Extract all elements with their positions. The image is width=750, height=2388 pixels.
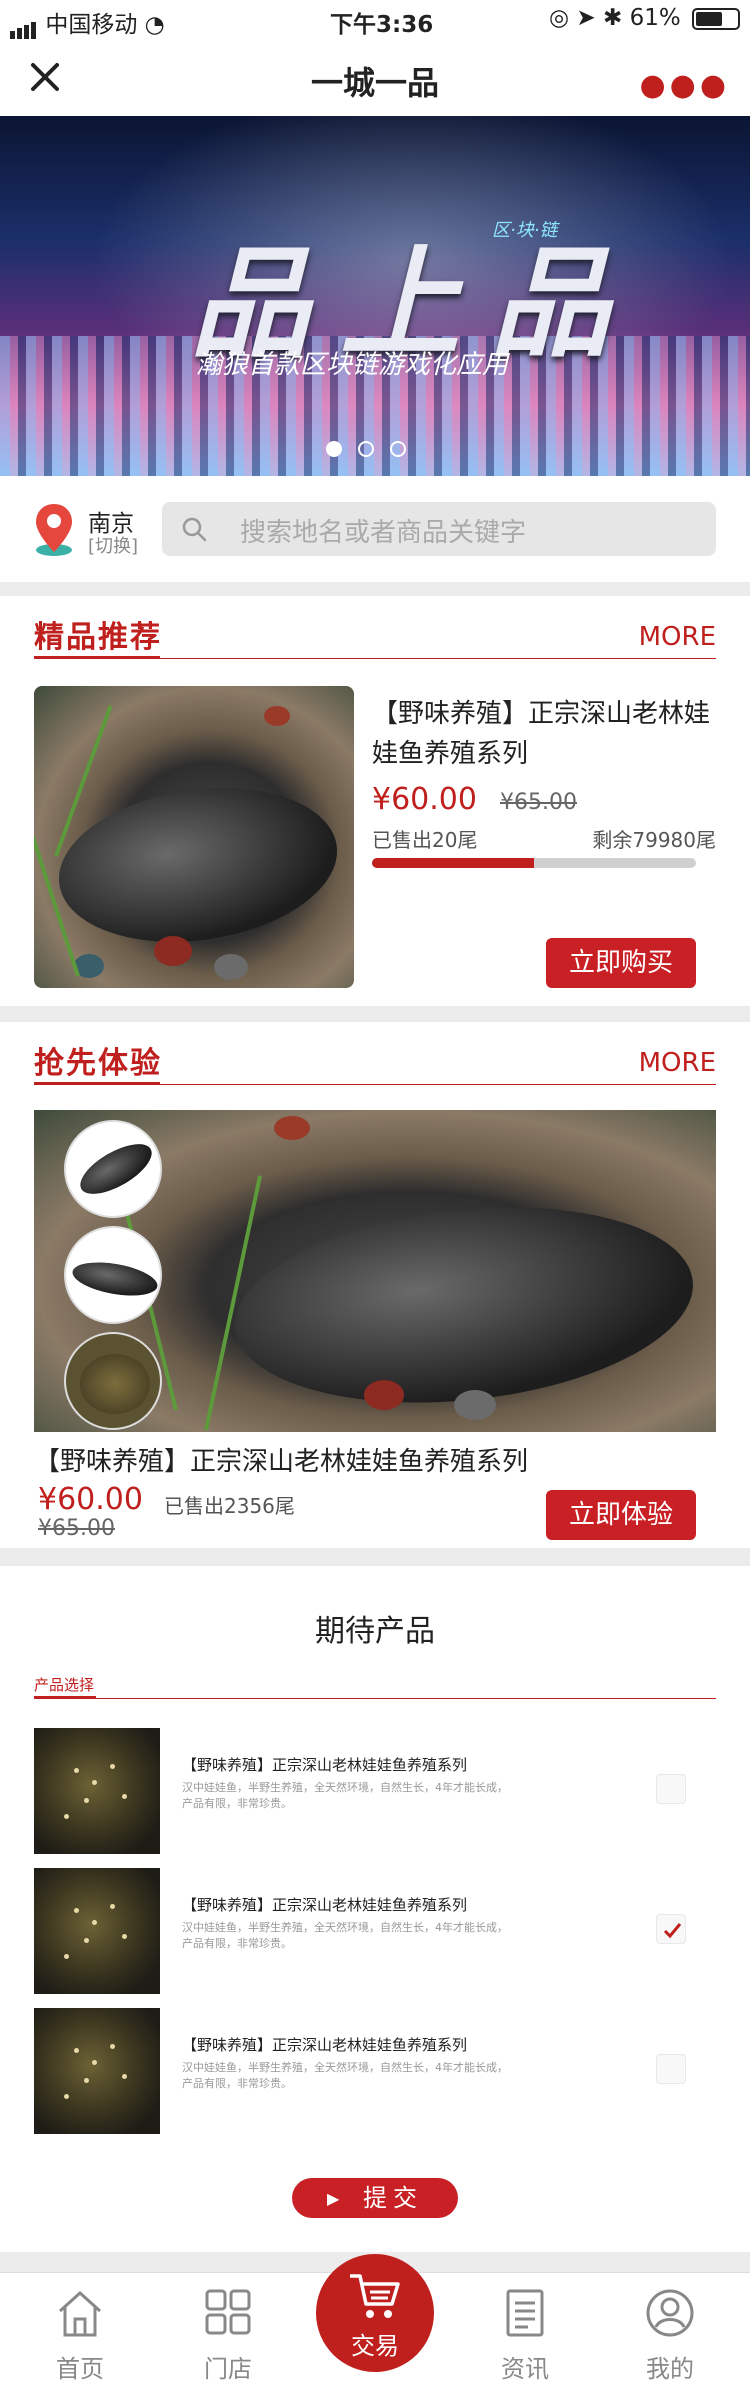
expected-item-name: 【野味养殖】正宗深山老林娃娃鱼养殖系列 — [182, 1896, 468, 1914]
status-left: 中国移动 ◔ — [10, 5, 165, 39]
trial-more-link[interactable]: MORE — [639, 1048, 716, 1078]
user-icon — [646, 2289, 694, 2337]
expected-item-name: 【野味养殖】正宗深山老林娃娃鱼养殖系列 — [182, 1756, 468, 1774]
tab-home[interactable]: 首页 — [5, 2273, 155, 2388]
page-title: 一城一品 — [310, 64, 439, 102]
bluetooth-icon: ✱ — [602, 5, 623, 31]
expected-item[interactable]: 【野味养殖】正宗深山老林娃娃鱼养殖系列汉中娃娃鱼，半野生养殖，全天然环境，自然生… — [34, 1868, 716, 1994]
trial-product-image[interactable] — [34, 1110, 716, 1432]
carrier-label: 中国移动 — [45, 12, 138, 38]
carousel-dot[interactable] — [358, 441, 374, 457]
home-icon — [58, 2290, 102, 2337]
search-icon — [182, 517, 207, 542]
more-options-icon[interactable]: ●●● — [639, 68, 730, 103]
expected-item-checkbox[interactable] — [656, 2054, 686, 2084]
expected-item-name: 【野味养殖】正宗深山老林娃娃鱼养殖系列 — [182, 2036, 468, 2054]
expected-item-desc: 汉中娃娃鱼，半野生养殖，全天然环境，自然生长，4年才能长成，产品有限，非常珍贵。 — [182, 2061, 508, 2090]
grid-icon — [205, 2289, 251, 2335]
location-arrow-icon: ➤ — [576, 5, 596, 31]
tab-trade[interactable]: 交易 — [316, 2254, 434, 2372]
featured-title: 精品推荐 — [34, 620, 162, 655]
switch-city-link[interactable]: [切换] — [88, 532, 138, 558]
featured-sold-count: 已售出20尾 — [372, 828, 478, 852]
featured-section: 精品推荐 MORE 【野味养殖】正宗深山老林娃娃鱼养殖系列 ¥60.00 ¥65… — [0, 596, 750, 1006]
location-search-bar: 南京 [切换] 搜索地名或者商品关键字 — [0, 476, 750, 582]
expected-item-desc: 汉中娃娃鱼，半野生养殖，全天然环境，自然生长，4年才能长成，产品有限，非常珍贵。 — [182, 1921, 508, 1950]
carousel-dot[interactable] — [390, 441, 406, 457]
battery-label: 61% — [629, 5, 681, 31]
carousel-dot[interactable] — [326, 441, 342, 457]
featured-price: ¥60.00 — [372, 782, 477, 817]
tab-stores-label: 门店 — [204, 2355, 252, 2383]
trial-section: 抢先体验 MORE 【野味养殖】正宗深山老林娃娃鱼养殖系列 ¥60.00 已售出… — [0, 1022, 750, 1548]
buy-now-button[interactable]: 立即购买 — [546, 938, 696, 988]
tab-mine[interactable]: 我的 — [595, 2273, 745, 2388]
thumbnail-circle-1[interactable] — [64, 1120, 162, 1218]
expected-item-image — [34, 2008, 160, 2134]
submit-label: 提交 — [362, 2184, 423, 2212]
submit-button[interactable]: ▶ 提交 — [292, 2178, 458, 2218]
nav-bar: 一城一品 ●●● — [0, 40, 750, 116]
product-select-tab[interactable]: 产品选择 — [34, 1674, 94, 1695]
expected-item-image — [34, 1728, 160, 1854]
expected-item-checkbox[interactable] — [656, 1774, 686, 1804]
thumbnail-circle-2[interactable] — [64, 1226, 162, 1324]
trial-product-name[interactable]: 【野味养殖】正宗深山老林娃娃鱼养殖系列 — [34, 1442, 716, 1482]
battery-icon — [692, 7, 740, 30]
status-time: 下午3:36 — [330, 12, 434, 38]
featured-product-image[interactable] — [34, 686, 354, 988]
expected-title: 期待产品 — [315, 1614, 435, 1649]
trial-title: 抢先体验 — [34, 1046, 162, 1081]
trial-divider — [34, 1084, 716, 1085]
thumbnail-circle-3[interactable] — [64, 1332, 162, 1430]
featured-sales-progress — [372, 858, 696, 868]
carousel-dots — [326, 441, 422, 461]
featured-remaining-count: 剩余79980尾 — [592, 828, 716, 852]
tab-mine-label: 我的 — [646, 2355, 694, 2383]
status-bar: 中国移动 ◔ 下午3:36 ◎ ➤ ✱ 61% — [0, 0, 750, 40]
status-right: ◎ ➤ ✱ 61% — [549, 5, 740, 31]
search-bar[interactable]: 搜索地名或者商品关键字 — [162, 502, 716, 556]
tab-news-label: 资讯 — [501, 2355, 549, 2383]
trial-price: ¥60.00 — [38, 1482, 143, 1517]
trial-sold-count: 已售出2356尾 — [164, 1494, 295, 1518]
play-icon: ▶ — [327, 2189, 340, 2208]
expected-item-checkbox[interactable] — [656, 1914, 686, 1944]
news-icon — [506, 2289, 544, 2337]
tab-trade-label: 交易 — [351, 2332, 399, 2360]
location-pin-icon[interactable] — [32, 502, 76, 558]
checkmark-icon — [663, 1923, 682, 1939]
featured-more-link[interactable]: MORE — [639, 622, 716, 652]
try-now-button[interactable]: 立即体验 — [546, 1490, 696, 1540]
banner-carousel[interactable]: 区·块·链 品上品 瀚狼首款区块链游戏化应用 — [0, 116, 750, 476]
expected-item-desc: 汉中娃娃鱼，半野生养殖，全天然环境，自然生长，4年才能长成，产品有限，非常珍贵。 — [182, 1781, 508, 1810]
expected-section: 期待产品 产品选择 【野味养殖】正宗深山老林娃娃鱼养殖系列汉中娃娃鱼，半野生养殖… — [0, 1566, 750, 2252]
tab-news[interactable]: 资讯 — [450, 2273, 600, 2388]
signal-icon — [10, 13, 38, 39]
search-input[interactable]: 搜索地名或者商品关键字 — [240, 512, 526, 549]
expected-item-image — [34, 1868, 160, 1994]
featured-progress-fill — [372, 858, 534, 868]
banner-subtitle: 瀚狼首款区块链游戏化应用 — [196, 350, 509, 380]
cart-icon — [350, 2274, 400, 2318]
trial-old-price: ¥65.00 — [38, 1516, 115, 1541]
wifi-icon: ◔ — [144, 12, 165, 38]
tab-home-label: 首页 — [56, 2355, 104, 2383]
featured-old-price: ¥65.00 — [500, 790, 577, 815]
featured-divider — [34, 658, 716, 659]
tab-stores[interactable]: 门店 — [153, 2273, 303, 2388]
expected-item[interactable]: 【野味养殖】正宗深山老林娃娃鱼养殖系列汉中娃娃鱼，半野生养殖，全天然环境，自然生… — [34, 1728, 716, 1854]
featured-product-name[interactable]: 【野味养殖】正宗深山老林娃娃鱼养殖系列 — [372, 694, 716, 774]
expected-divider — [34, 1698, 716, 1699]
expected-item[interactable]: 【野味养殖】正宗深山老林娃娃鱼养殖系列汉中娃娃鱼，半野生养殖，全天然环境，自然生… — [34, 2008, 716, 2134]
lock-rotation-icon: ◎ — [548, 5, 570, 31]
